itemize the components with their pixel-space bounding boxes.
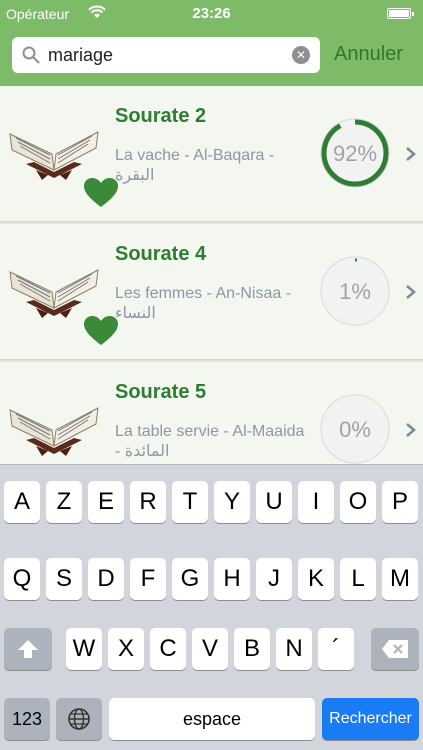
shift-key[interactable]: [4, 628, 52, 670]
progress-label: 0%: [339, 417, 371, 442]
key-h[interactable]: H: [214, 558, 250, 600]
key-r[interactable]: R: [130, 481, 166, 523]
quran-book-icon: [9, 269, 99, 318]
key-e[interactable]: E: [88, 481, 124, 523]
globe-key[interactable]: [56, 698, 102, 740]
key-u[interactable]: U: [256, 481, 292, 523]
battery-icon: [387, 8, 414, 19]
surah-title: Sourate 4: [115, 243, 207, 265]
cancel-button[interactable]: Annuler: [334, 43, 403, 66]
search-input[interactable]: [48, 41, 288, 69]
list-item[interactable]: Sourate 2 La vache - Al-Baqara - البقرة …: [0, 86, 423, 222]
key-o[interactable]: O: [340, 481, 376, 523]
surah-title: Sourate 5: [115, 381, 207, 403]
key-x[interactable]: X: [108, 628, 144, 670]
key-c[interactable]: C: [150, 628, 186, 670]
key-acute[interactable]: ´: [318, 628, 354, 670]
key-y[interactable]: Y: [214, 481, 250, 523]
list-item[interactable]: Sourate 4 Les femmes - An-Nisaa - النساء…: [0, 224, 423, 360]
key-n[interactable]: N: [276, 628, 312, 670]
surah-subtitle: La vache - Al-Baqara - البقرة: [115, 147, 275, 184]
key-q[interactable]: Q: [4, 558, 40, 600]
key-p[interactable]: P: [382, 481, 418, 523]
surah-list: Sourate 2 La vache - Al-Baqara - البقرة …: [0, 86, 423, 464]
search-icon: [22, 46, 40, 64]
key-b[interactable]: B: [234, 628, 270, 670]
key-i[interactable]: I: [298, 481, 334, 523]
status-bar: Opérateur 23:26: [0, 0, 423, 28]
list-item[interactable]: Sourate 5 La table servie - Al-Maaida - …: [0, 362, 423, 464]
chevron-right-icon: [406, 147, 416, 161]
clear-search-icon[interactable]: ✕: [292, 46, 310, 64]
favorite-heart-icon[interactable]: [84, 316, 118, 346]
key-m[interactable]: M: [382, 558, 418, 600]
search-key[interactable]: Rechercher: [322, 698, 419, 740]
key-v[interactable]: V: [192, 628, 228, 670]
progress-label: 1%: [339, 279, 371, 304]
progress-ring: 1%: [320, 256, 390, 326]
search-bar[interactable]: ✕: [12, 37, 320, 73]
key-s[interactable]: S: [46, 558, 82, 600]
progress-ring: 92%: [320, 118, 390, 188]
key-l[interactable]: L: [340, 558, 376, 600]
keyboard: A Z E R T Y U I O P Q S D F G H J K L M …: [0, 464, 423, 750]
key-f[interactable]: F: [130, 558, 166, 600]
surah-title: Sourate 2: [115, 105, 207, 127]
quran-book-icon: [9, 131, 99, 180]
key-k[interactable]: K: [298, 558, 334, 600]
quran-book-icon: [9, 407, 99, 456]
surah-subtitle: La table servie - Al-Maaida - المائدة: [115, 423, 305, 460]
surah-subtitle: Les femmes - An-Nisaa - النساء: [115, 285, 292, 322]
chevron-right-icon: [406, 423, 416, 437]
backspace-icon: [382, 640, 408, 658]
numbers-key[interactable]: 123: [4, 698, 50, 740]
clock: 23:26: [192, 5, 231, 22]
progress-label: 92%: [333, 141, 377, 166]
delete-key[interactable]: [371, 628, 419, 670]
key-w[interactable]: W: [66, 628, 102, 670]
header-bar: Opérateur 23:26 ✕ Annuler: [0, 0, 423, 86]
key-d[interactable]: D: [88, 558, 124, 600]
space-key[interactable]: espace: [109, 698, 315, 740]
key-t[interactable]: T: [172, 481, 208, 523]
key-a[interactable]: A: [4, 481, 40, 523]
key-j[interactable]: J: [256, 558, 292, 600]
favorite-heart-icon[interactable]: [84, 178, 118, 208]
key-z[interactable]: Z: [46, 481, 82, 523]
shift-icon: [18, 640, 38, 658]
globe-icon: [68, 708, 90, 730]
progress-ring: 0%: [320, 394, 390, 464]
chevron-right-icon: [406, 285, 416, 299]
key-g[interactable]: G: [172, 558, 208, 600]
